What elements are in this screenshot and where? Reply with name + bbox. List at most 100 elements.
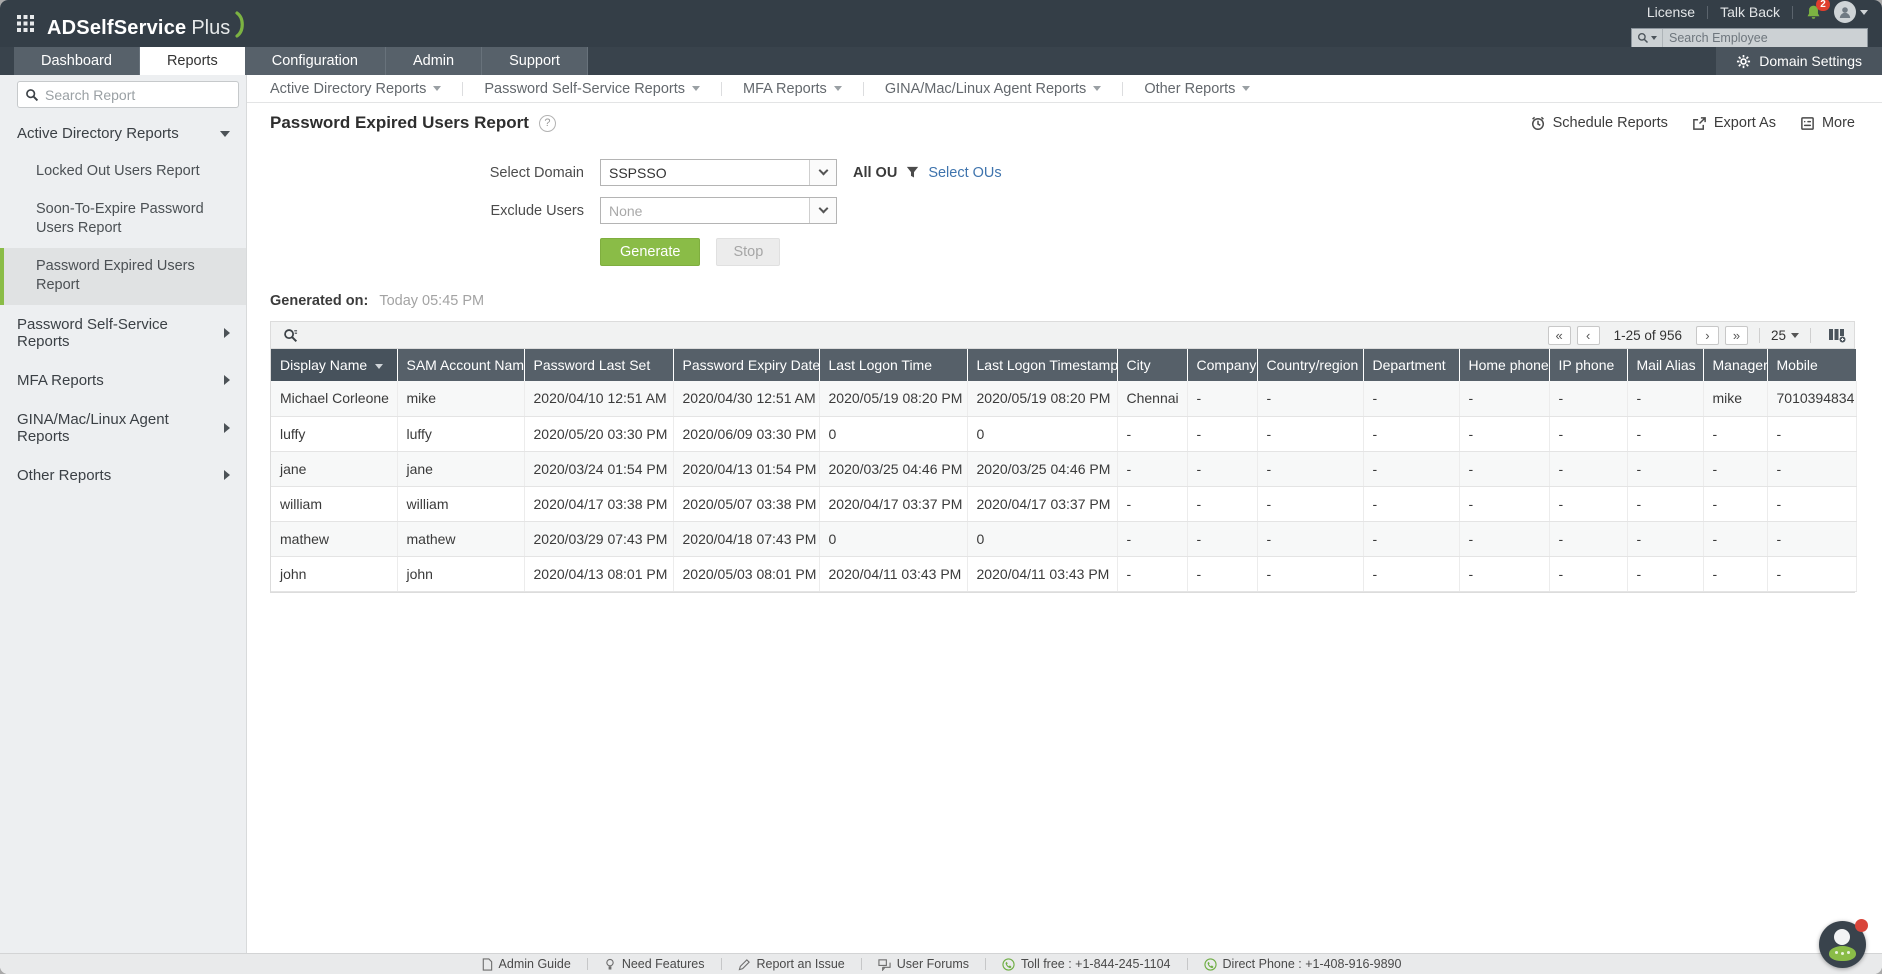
next-page-button[interactable]: › [1696, 326, 1719, 345]
table-cell: Michael Corleone [271, 381, 397, 416]
employee-search[interactable] [1631, 28, 1868, 48]
search-icon [25, 88, 39, 102]
table-cell: 2020/03/25 04:46 PM [967, 451, 1117, 486]
sidebar-item-soon-to-expire-password-users-report[interactable]: Soon-To-Expire Password Users Report [0, 191, 246, 248]
table-header-row: Display NameSAM Account NamePassword Las… [271, 349, 1856, 381]
table-cell: william [397, 486, 524, 521]
sidebar-item-locked-out-users-report[interactable]: Locked Out Users Report [0, 153, 246, 191]
column-header-display-name[interactable]: Display Name [271, 349, 397, 381]
tab-dashboard[interactable]: Dashboard [14, 47, 140, 75]
tab-configuration[interactable]: Configuration [245, 47, 386, 75]
column-header-password-last-set[interactable]: Password Last Set [524, 349, 673, 381]
column-header-department[interactable]: Department [1363, 349, 1459, 381]
stop-button[interactable]: Stop [716, 238, 780, 266]
filter-icon[interactable] [906, 166, 919, 179]
sidebar-section-mfa-reports[interactable]: MFA Reports [0, 361, 246, 400]
table-cell: jane [397, 451, 524, 486]
tab-admin[interactable]: Admin [386, 47, 482, 75]
sidebar-section-gina-mac-linux-agent-reports[interactable]: GINA/Mac/Linux Agent Reports [0, 400, 246, 456]
admin-guide-link[interactable]: Admin Guide [481, 957, 571, 971]
chevron-down-icon [1093, 86, 1101, 91]
reportsbar-other-reports[interactable]: Other Reports [1123, 81, 1271, 97]
sidebar-section-active-directory-reports[interactable]: Active Directory Reports [0, 114, 246, 153]
toll-free-number[interactable]: Toll free : +1-844-245-1104 [1002, 957, 1171, 971]
column-header-mail-alias[interactable]: Mail Alias [1627, 349, 1703, 381]
select-domain-dropdown[interactable]: SSPSSO [600, 159, 837, 186]
app-logo-text: ADSelfService [47, 17, 186, 40]
column-header-home-phone[interactable]: Home phone [1459, 349, 1549, 381]
exclude-users-dropdown[interactable]: None [600, 197, 837, 224]
table-cell: mathew [397, 521, 524, 556]
divider [721, 958, 722, 970]
notification-bell-icon[interactable]: 2 [1805, 4, 1822, 21]
table-search-icon[interactable] [283, 328, 298, 343]
column-header-country-region[interactable]: Country/region [1257, 349, 1363, 381]
employee-search-input[interactable] [1663, 31, 1867, 45]
table-cell: Chennai [1117, 381, 1187, 416]
table-cell: - [1627, 556, 1703, 591]
need-features-link[interactable]: Need Features [604, 957, 705, 971]
sidebar-section-other-reports[interactable]: Other Reports [0, 456, 246, 495]
page-size-dropdown[interactable]: 25 [1771, 328, 1799, 343]
report-search-input[interactable] [43, 86, 238, 104]
reportsbar-mfa-reports[interactable]: MFA Reports [722, 81, 863, 97]
divider [1810, 328, 1811, 343]
table-cell: 0 [819, 521, 967, 556]
table-cell: - [1117, 486, 1187, 521]
select-ous-link[interactable]: Select OUs [928, 165, 1001, 181]
domain-settings-button[interactable]: Domain Settings [1716, 47, 1882, 75]
column-header-ip-phone[interactable]: IP phone [1549, 349, 1627, 381]
tab-reports[interactable]: Reports [140, 47, 245, 75]
sidebar-section-password-self-service-reports[interactable]: Password Self-Service Reports [0, 305, 246, 361]
table-cell: luffy [271, 416, 397, 451]
chevron-down-icon[interactable] [809, 198, 836, 223]
column-header-mobile[interactable]: Mobile [1767, 349, 1856, 381]
column-header-manager[interactable]: Manager [1703, 349, 1767, 381]
table-row: Michael Corleonemike2020/04/10 12:51 AM2… [271, 381, 1856, 416]
column-header-last-logon-time[interactable]: Last Logon Time [819, 349, 967, 381]
reportsbar-gina-mac-linux-agent-reports[interactable]: GINA/Mac/Linux Agent Reports [864, 81, 1123, 97]
app-logo-plus: Plus [191, 17, 230, 40]
table-cell: - [1549, 521, 1627, 556]
talk-back-link[interactable]: Talk Back [1720, 4, 1780, 20]
report-search[interactable] [17, 81, 239, 108]
table-cell: - [1117, 556, 1187, 591]
more-button[interactable]: More [1800, 115, 1855, 131]
tab-support[interactable]: Support [482, 47, 588, 75]
direct-phone-number[interactable]: Direct Phone : +1-408-916-9890 [1204, 957, 1402, 971]
apps-grid-icon[interactable] [16, 14, 35, 33]
sidebar: Active Directory Reports Locked Out User… [0, 75, 247, 953]
generate-button[interactable]: Generate [600, 238, 700, 266]
prev-page-button[interactable]: ‹ [1577, 326, 1600, 345]
column-header-sam-account-name[interactable]: SAM Account Name [397, 349, 524, 381]
column-chooser-icon[interactable] [1828, 327, 1846, 343]
table-cell: - [1257, 381, 1363, 416]
table-cell: 2020/03/24 01:54 PM [524, 451, 673, 486]
last-page-button[interactable]: » [1725, 326, 1748, 345]
chevron-right-icon [224, 328, 230, 338]
chevron-down-icon [1242, 86, 1250, 91]
user-forums-link[interactable]: User Forums [878, 957, 969, 971]
reportsbar-password-self-service-reports[interactable]: Password Self-Service Reports [463, 81, 721, 97]
first-page-button[interactable]: « [1548, 326, 1571, 345]
app-window: ADSelfService Plus License Talk Back 2 [0, 0, 1882, 974]
column-header-last-logon-timestamp[interactable]: Last Logon Timestamp [967, 349, 1117, 381]
chevron-down-icon [433, 86, 441, 91]
column-header-company[interactable]: Company [1187, 349, 1257, 381]
report-an-issue-link[interactable]: Report an Issue [738, 957, 845, 971]
chat-widget-button[interactable] [1819, 921, 1866, 968]
license-link[interactable]: License [1647, 4, 1695, 20]
reportsbar-active-directory-reports[interactable]: Active Directory Reports [270, 81, 462, 97]
table-cell: - [1363, 381, 1459, 416]
help-icon[interactable]: ? [539, 115, 556, 132]
user-menu[interactable] [1834, 1, 1868, 23]
search-icon[interactable] [1632, 29, 1663, 47]
sidebar-item-password-expired-users-report[interactable]: Password Expired Users Report [0, 248, 246, 305]
export-as-button[interactable]: Export As [1692, 115, 1776, 131]
column-header-password-expiry-date[interactable]: Password Expiry Date [673, 349, 819, 381]
table-cell: - [1459, 416, 1549, 451]
chevron-down-icon[interactable] [809, 160, 836, 185]
chat-notification-dot [1855, 919, 1868, 932]
column-header-city[interactable]: City [1117, 349, 1187, 381]
schedule-reports-button[interactable]: Schedule Reports [1530, 115, 1668, 131]
